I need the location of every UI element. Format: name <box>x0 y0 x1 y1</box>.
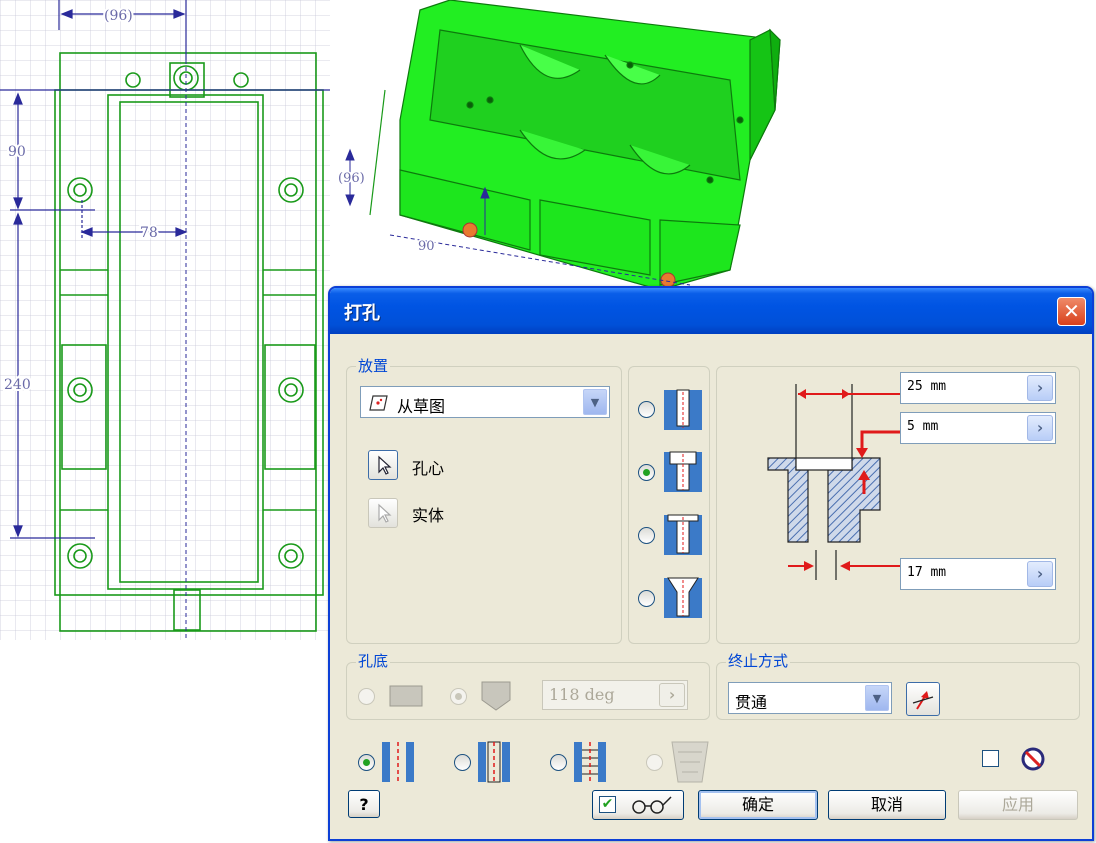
help-icon: ? <box>359 795 369 814</box>
thread-type-taper-radio[interactable] <box>646 754 663 771</box>
termination-dropdown-value: 贯通 <box>735 693 768 712</box>
drill-angle-value: 118 deg <box>549 685 615 704</box>
sketch-drawing[interactable]: (96) 90 78 240 <box>0 0 330 640</box>
counterbore-diameter-input[interactable]: 25 mm › <box>900 372 1056 404</box>
solid-label: 实体 <box>412 506 445 525</box>
hole-bottom-angle-radio[interactable] <box>450 688 467 705</box>
chevron-right-icon[interactable]: › <box>1027 561 1053 587</box>
hole-bottom-flat-radio[interactable] <box>358 688 375 705</box>
thread-type-tapped-radio[interactable] <box>550 754 567 771</box>
drill-angle-input[interactable]: 118 deg › <box>542 680 688 710</box>
model-dim-96-label: (96) <box>338 171 365 186</box>
counterbore-hole-icon <box>664 451 702 492</box>
hole-type-counterbore-radio[interactable] <box>638 464 655 481</box>
chevron-right-icon[interactable]: › <box>1027 375 1053 401</box>
chevron-down-icon[interactable]: ▼ <box>865 685 889 711</box>
dim-240-label: 240 <box>4 377 31 393</box>
hole-diameter-input[interactable]: 17 mm › <box>900 558 1056 590</box>
placement-dropdown[interactable]: 从草图 ▼ <box>360 386 610 418</box>
thread-type-clearance-radio[interactable] <box>454 754 471 771</box>
hole-center-select-button[interactable] <box>368 450 398 480</box>
apply-button[interactable]: 应用 <box>958 790 1078 820</box>
counterbore-depth-input[interactable]: 5 mm › <box>900 412 1056 444</box>
termination-dropdown[interactable]: 贯通 ▼ <box>728 682 892 714</box>
dim-90-label: 90 <box>8 144 26 160</box>
sketch-icon <box>369 395 388 411</box>
dim-top-label: (96) <box>104 8 133 24</box>
angled-bottom-icon <box>481 681 511 711</box>
simple-hole-icon <box>382 742 414 782</box>
hole-bottom-group-label: 孔底 <box>356 650 391 671</box>
dialog-title: 打孔 <box>344 303 380 324</box>
help-button[interactable]: ? <box>348 790 380 818</box>
dialog-titlebar[interactable]: 打孔 ✕ <box>330 288 1092 334</box>
termination-group-label: 终止方式 <box>726 650 791 671</box>
model-dim-90-label: 90 <box>418 239 435 254</box>
no-entry-icon[interactable] <box>1020 746 1046 772</box>
model-3d-view[interactable]: (96) 90 <box>330 0 1096 290</box>
cursor-arrow-icon <box>378 455 392 475</box>
solid-select-button[interactable] <box>368 498 398 528</box>
extra-option-checkbox[interactable] <box>982 750 999 767</box>
stage: (96) 90 78 240 (96) 90 打孔 ✕ 放置 从草图 ▼ 孔心 … <box>0 0 1096 843</box>
ok-button[interactable]: 确定 <box>698 790 818 820</box>
close-button[interactable]: ✕ <box>1057 297 1086 326</box>
hole-center-label: 孔心 <box>412 459 445 478</box>
flat-bottom-icon <box>389 685 423 707</box>
flip-direction-icon <box>912 691 934 710</box>
drilled-hole-icon <box>664 389 702 430</box>
chevron-right-icon[interactable]: › <box>659 683 685 707</box>
preview-toggle-button[interactable]: ✔ <box>592 790 684 820</box>
hole-type-drilled-radio[interactable] <box>638 401 655 418</box>
dim-78-label: 78 <box>140 225 158 241</box>
taper-tapped-hole-icon <box>671 741 709 783</box>
spotface-hole-icon <box>664 514 702 555</box>
hole-dialog: 打孔 ✕ 放置 从草图 ▼ 孔心 实体 25 mm › 5 mm › 17 mm… <box>328 286 1094 841</box>
hole-diameter-value: 17 mm <box>907 565 947 580</box>
placement-group-label: 放置 <box>356 355 391 376</box>
placement-dropdown-value: 从草图 <box>397 397 446 416</box>
chevron-right-icon[interactable]: › <box>1027 415 1053 441</box>
tapped-hole-icon <box>574 742 606 782</box>
hole-type-spotface-radio[interactable] <box>638 527 655 544</box>
flip-direction-button[interactable] <box>906 682 940 716</box>
counterbore-preview-diagram <box>767 384 900 580</box>
glasses-icon <box>632 796 672 814</box>
hole-type-countersink-radio[interactable] <box>638 590 655 607</box>
clearance-hole-icon <box>478 741 510 783</box>
cursor-arrow-icon <box>378 503 392 523</box>
counterbore-diameter-value: 25 mm <box>907 379 947 394</box>
counterbore-depth-value: 5 mm <box>907 419 939 434</box>
preview-checkbox[interactable]: ✔ <box>599 796 616 813</box>
cancel-button[interactable]: 取消 <box>828 790 946 820</box>
thread-type-simple-radio[interactable] <box>358 754 375 771</box>
countersink-hole-icon <box>664 577 702 618</box>
chevron-down-icon[interactable]: ▼ <box>583 389 607 415</box>
